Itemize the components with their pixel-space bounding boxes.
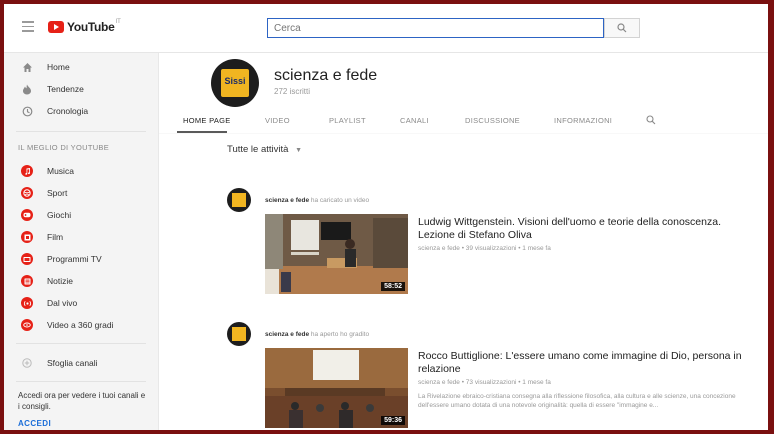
history-icon [21, 105, 33, 117]
sidebar-item-label: Sfoglia canali [47, 358, 98, 368]
sidebar-item-programmi-tv[interactable]: Programmi TV [4, 248, 158, 270]
channel-search-button[interactable] [646, 107, 656, 133]
channel-avatar-text: Sissi [224, 76, 246, 86]
activity-filter-dropdown[interactable]: Tutte le attività ▼ [227, 144, 302, 155]
search-button[interactable] [604, 18, 640, 38]
search-icon [617, 23, 627, 33]
video-thumbnail[interactable]: 59:36 [265, 348, 408, 428]
sidebar-item-label: Musica [47, 166, 74, 176]
post-header: scienza e fede ha aperto ho gradito [265, 331, 369, 338]
channel-header: Sissi scienza e fede 272 iscritti HOME P… [159, 53, 768, 133]
feed-post: scienza e fede ha aperto ho gradito 59:3… [227, 322, 747, 430]
sidebar-item-notizie[interactable]: Notizie [4, 270, 158, 292]
sidebar-item-label: Sport [47, 188, 68, 198]
logo-country: IT [115, 19, 121, 25]
sidebar-item-label: Notizie [47, 276, 73, 286]
post-action: ha caricato un video [310, 197, 370, 204]
search-icon [646, 115, 656, 125]
360-icon [21, 319, 33, 331]
tv-icon [21, 253, 33, 265]
active-tab-indicator [177, 131, 227, 133]
sidebar-item-musica[interactable]: Musica [4, 160, 158, 182]
video-title[interactable]: Rocco Buttiglione: L'essere umano come i… [418, 350, 748, 376]
live-icon [21, 297, 33, 309]
sidebar-item-label: Cronologia [47, 106, 89, 116]
post-avatar[interactable] [227, 322, 251, 346]
sidebar-item-label: Dal vivo [47, 298, 78, 308]
sidebar-item-cronologia[interactable]: Cronologia [4, 100, 158, 122]
channel-tabs: HOME PAGE VIDEO PLAYLIST CANALI DISCUSSI… [159, 107, 768, 133]
tab-home-page[interactable]: HOME PAGE [183, 107, 231, 133]
tab-canali[interactable]: CANALI [400, 107, 429, 133]
sidebar-item-sport[interactable]: Sport [4, 182, 158, 204]
menu-icon[interactable] [22, 21, 34, 32]
sidebar-item-film[interactable]: Film [4, 226, 158, 248]
tab-video[interactable]: VIDEO [265, 107, 290, 133]
video-title[interactable]: Ludwig Wittgenstein. Visioni dell'uomo e… [418, 216, 748, 242]
youtube-logo[interactable]: YouTube IT [48, 19, 121, 34]
sidebar-item-tendenze[interactable]: Tendenze [4, 78, 158, 100]
sidebar-item-label: Programmi TV [47, 254, 102, 264]
gaming-icon [21, 209, 33, 221]
logo-text: YouTube [67, 20, 115, 34]
sidebar-divider [16, 381, 146, 382]
chevron-down-icon: ▼ [295, 147, 303, 154]
sidebar-item-label: Tendenze [47, 84, 84, 94]
tab-playlist[interactable]: PLAYLIST [329, 107, 366, 133]
sidebar-item-giochi[interactable]: Giochi [4, 204, 158, 226]
sidebar-divider [16, 131, 146, 132]
sidebar-item-video-360[interactable]: Video a 360 gradi [4, 314, 158, 336]
video-description: La Rivelazione ebraico-cristiana consegn… [418, 393, 736, 409]
play-logo-icon [48, 21, 64, 33]
top-bar: YouTube IT [4, 4, 768, 53]
add-channel-icon [21, 357, 33, 369]
tab-informazioni[interactable]: INFORMAZIONI [554, 107, 612, 133]
post-author[interactable]: scienza e fede [265, 197, 309, 204]
music-icon [21, 165, 33, 177]
home-icon [21, 61, 33, 73]
sidebar-item-label: Video a 360 gradi [47, 320, 114, 330]
channel-name: scienza e fede [274, 67, 378, 84]
sport-icon [21, 187, 33, 199]
sidebar-item-label: Film [47, 232, 64, 242]
tab-discussione[interactable]: DISCUSSIONE [465, 107, 520, 133]
activity-feed: Tutte le attività ▼ scienza e fede ha ca… [159, 134, 768, 430]
post-author[interactable]: scienza e fede [265, 331, 309, 338]
video-duration: 59:36 [381, 416, 405, 425]
search-input[interactable] [267, 18, 604, 38]
sidebar: Home Tendenze Cronologia IL MEGLIO DI YO… [4, 53, 159, 430]
film-icon [21, 231, 33, 243]
video-thumbnail[interactable]: 58:52 [265, 214, 408, 294]
signin-promo-text: Accedi ora per vedere i tuoi canali e i … [18, 391, 146, 411]
youtube-window: YouTube IT Home Tendenze Cronologia [4, 4, 768, 430]
news-icon [21, 275, 33, 287]
section-title: IL MEGLIO DI YOUTUBE [18, 143, 110, 152]
channel-avatar[interactable]: Sissi [211, 59, 259, 107]
signin-link[interactable]: ACCEDI [18, 419, 51, 428]
sidebar-divider [16, 343, 146, 344]
sidebar-item-dal-vivo[interactable]: Dal vivo [4, 292, 158, 314]
sidebar-item-home[interactable]: Home [4, 56, 158, 78]
post-avatar[interactable] [227, 188, 251, 212]
subscriber-count: 272 iscritti [274, 87, 311, 96]
feed-post: scienza e fede ha caricato un video 58:5… [227, 188, 747, 298]
post-action: ha aperto ho gradito [310, 331, 370, 338]
activity-filter-label: Tutte le attività [227, 144, 289, 155]
video-duration: 58:52 [381, 282, 405, 291]
post-header: scienza e fede ha caricato un video [265, 197, 369, 204]
sidebar-item-label: Home [47, 62, 70, 72]
flame-icon [21, 83, 33, 95]
sidebar-item-label: Giochi [47, 210, 72, 220]
video-meta: scienza e fede • 39 visualizzazioni • 1 … [418, 245, 551, 252]
video-meta: scienza e fede • 73 visualizzazioni • 1 … [418, 379, 551, 386]
sidebar-item-sfoglia-canali[interactable]: Sfoglia canali [4, 352, 158, 374]
